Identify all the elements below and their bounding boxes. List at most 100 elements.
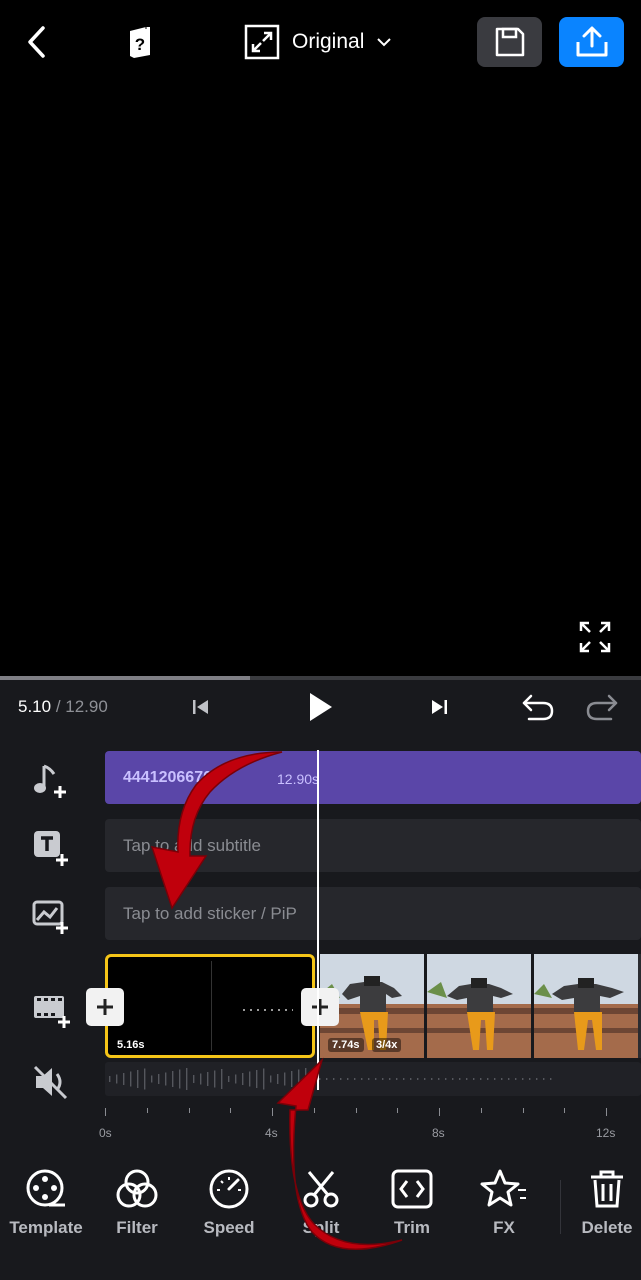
waveform-bar xyxy=(270,1075,272,1083)
waveform-bar xyxy=(186,1068,188,1090)
waveform-bar xyxy=(536,1078,538,1080)
redo-icon xyxy=(586,694,618,721)
waveform-bar xyxy=(200,1073,202,1085)
save-draft-button[interactable] xyxy=(477,17,542,67)
waveform-bar xyxy=(235,1074,237,1084)
tool-template[interactable]: Template xyxy=(0,1168,92,1238)
split-icon xyxy=(303,1171,339,1208)
toolbar-divider xyxy=(560,1180,561,1234)
undo-button[interactable] xyxy=(518,690,558,724)
add-text-button[interactable] xyxy=(28,826,76,870)
waveform-bar xyxy=(109,1076,111,1082)
tool-label: FX xyxy=(493,1218,515,1237)
video-clip-selected[interactable]: 5.16s xyxy=(105,954,315,1058)
waveform-bar xyxy=(221,1069,223,1089)
waveform-bar xyxy=(319,1078,321,1080)
frame-divider xyxy=(531,954,534,1058)
waveform-bar xyxy=(543,1078,545,1080)
sticker-pip-track[interactable]: Tap to add sticker / PiP xyxy=(105,887,641,940)
ruler-minor-tick xyxy=(314,1108,315,1113)
tool-label: Speed xyxy=(203,1218,255,1237)
waveform-bar xyxy=(424,1078,426,1080)
waveform-bar xyxy=(151,1075,153,1083)
clip-speed-badge: 3/4x xyxy=(372,1038,402,1052)
image-add-icon xyxy=(32,900,68,934)
plus-icon xyxy=(312,999,328,1015)
tool-split[interactable]: Split xyxy=(275,1168,367,1238)
back-button[interactable] xyxy=(16,20,58,64)
help-guide-button[interactable]: ? xyxy=(118,20,162,64)
skip-to-end-button[interactable] xyxy=(424,692,454,722)
waveform-bar xyxy=(354,1078,356,1080)
waveform-bar xyxy=(291,1071,293,1087)
waveform-bar xyxy=(368,1078,370,1080)
video-clip[interactable]: 7.74s 3/4x xyxy=(320,954,641,1058)
original-audio-track[interactable] xyxy=(105,1062,641,1096)
tool-speed[interactable]: Speed xyxy=(183,1168,275,1238)
waveform-bar xyxy=(242,1073,244,1085)
waveform-bar xyxy=(333,1078,335,1080)
waveform-bar xyxy=(137,1070,139,1088)
ruler-minor-tick xyxy=(230,1108,231,1113)
waveform-bar xyxy=(207,1072,209,1086)
waveform-bar xyxy=(298,1069,300,1089)
add-transition-start-button[interactable] xyxy=(86,988,124,1026)
chevron-down-icon xyxy=(377,38,392,47)
play-button[interactable] xyxy=(300,686,340,728)
aspect-ratio-selector[interactable]: Original xyxy=(244,22,392,62)
add-sticker-button[interactable] xyxy=(28,894,76,938)
aspect-ratio-label: Original xyxy=(292,30,365,53)
waveform-bar xyxy=(284,1072,286,1086)
waveform-bar xyxy=(361,1078,363,1080)
subtitle-placeholder: Tap to add subtitle xyxy=(123,836,261,855)
speed-icon xyxy=(209,1169,249,1209)
skip-to-start-button[interactable] xyxy=(186,692,216,722)
waveform-bar xyxy=(382,1078,384,1080)
waveform-bar xyxy=(340,1078,342,1080)
add-clip-button[interactable] xyxy=(28,988,76,1032)
waveform-bar xyxy=(417,1078,419,1080)
waveform-bar xyxy=(410,1078,412,1080)
music-track-name: 4441206670 xyxy=(123,769,212,786)
ruler-minor-tick xyxy=(564,1108,565,1113)
tool-fx[interactable]: FX xyxy=(458,1168,550,1238)
waveform-bar xyxy=(130,1071,132,1087)
ruler-minor-tick xyxy=(189,1108,190,1113)
video-preview[interactable] xyxy=(0,86,641,676)
time-display: 5.10 / 12.90 xyxy=(18,697,108,717)
add-music-button[interactable] xyxy=(28,758,76,802)
export-button[interactable] xyxy=(559,17,624,67)
mute-audio-button[interactable] xyxy=(28,1060,76,1104)
tool-delete[interactable]: Delete xyxy=(567,1168,641,1238)
waveform-bar xyxy=(326,1078,328,1080)
redo-button[interactable] xyxy=(582,690,622,724)
mute-icon xyxy=(33,1065,68,1100)
waveform-bar xyxy=(116,1074,118,1084)
waveform-bar xyxy=(480,1078,482,1080)
waveform-bar xyxy=(438,1078,440,1080)
waveform-bar xyxy=(501,1078,503,1080)
subtitle-track[interactable]: Tap to add subtitle xyxy=(105,819,641,872)
add-transition-button[interactable] xyxy=(301,988,339,1026)
clip-duration-badge: 7.74s xyxy=(328,1038,364,1052)
waveform-bar xyxy=(522,1078,524,1080)
ruler-minor-tick xyxy=(397,1108,398,1113)
waveform-bar xyxy=(515,1078,517,1080)
clip-frame-dots xyxy=(243,1009,293,1011)
skip-end-icon xyxy=(432,700,447,714)
ruler-minor-tick xyxy=(523,1108,524,1113)
waveform-bar xyxy=(529,1078,531,1080)
tool-filter[interactable]: Filter xyxy=(91,1168,183,1238)
waveform-bar xyxy=(228,1076,230,1082)
ruler-label: 0s xyxy=(99,1126,112,1140)
fullscreen-button[interactable] xyxy=(574,616,616,658)
waveform-bar xyxy=(396,1078,398,1080)
tool-trim[interactable]: Trim xyxy=(366,1168,458,1238)
playhead[interactable] xyxy=(317,750,319,1090)
waveform-bar xyxy=(277,1074,279,1084)
tool-label: Delete xyxy=(581,1218,633,1237)
tool-label: Filter xyxy=(116,1218,158,1237)
clip-thumbnail xyxy=(427,954,531,1058)
tool-label: Split xyxy=(302,1218,340,1237)
ruler-minor-tick xyxy=(439,1108,440,1116)
